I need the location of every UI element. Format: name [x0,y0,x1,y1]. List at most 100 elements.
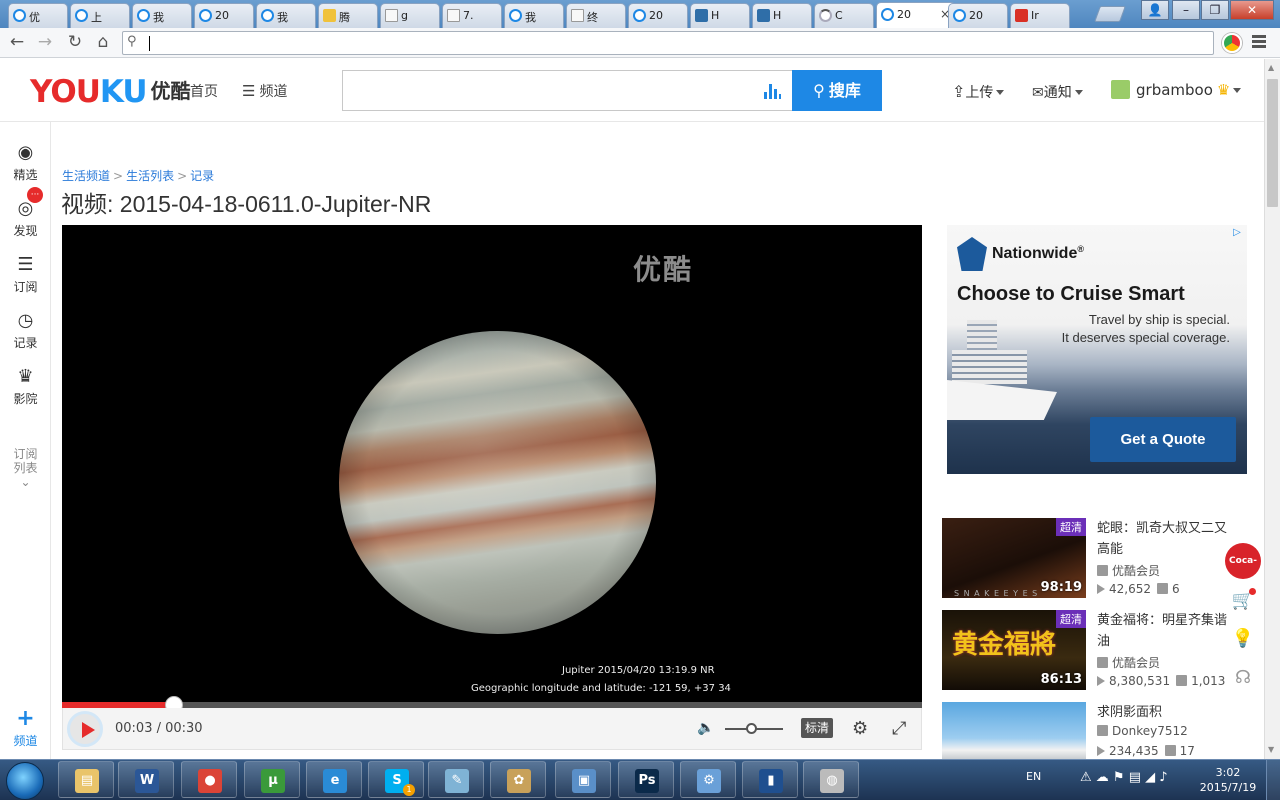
browser-tab[interactable]: 7. [442,3,502,28]
search-input[interactable] [343,71,753,110]
taskbar-film-button[interactable]: ▮ [742,761,798,798]
author-row[interactable]: Donkey7512 [1097,724,1188,738]
language-indicator[interactable]: EN [1026,770,1041,783]
browser-tab[interactable]: 我 [132,3,192,28]
sidebar-item[interactable]: ◉ 精选 [0,143,51,183]
browser-tab[interactable]: g [380,3,440,28]
taskbar-chrome-button[interactable]: ● [181,761,237,798]
volume-slider[interactable] [725,723,783,734]
recommendation-item[interactable]: 黄金福將 超清 86:13 黄金福将：明星齐集谐油 优酷会员 8,380,531 1,013 [942,610,1242,694]
sidebar-item-label: 记录 [13,336,38,350]
browser-tab[interactable]: C [814,3,874,28]
notify-menu[interactable]: ✉通知 [1032,82,1083,102]
search-button[interactable]: ⚲ 搜库 [792,70,882,111]
volume-handle[interactable] [746,723,757,734]
browser-tab[interactable]: 20 [628,3,688,28]
chrome-extension-icon[interactable] [1222,33,1242,53]
ad-subline-2: It deserves special coverage. [1061,330,1230,345]
video-thumbnail[interactable] [942,702,1086,759]
search-box[interactable] [342,70,794,111]
browser-menu-button[interactable] [1252,33,1270,53]
page-scrollbar[interactable]: ▲ ▼ [1264,59,1280,759]
user-menu[interactable]: grbamboo ♛ [1136,81,1242,99]
play-button[interactable] [67,711,103,747]
start-button[interactable] [6,762,44,800]
video-thumbnail[interactable]: S N A K E E Y E S 超清 98:19 [942,518,1086,598]
browser-tab[interactable]: H [690,3,750,28]
get-quote-button[interactable]: Get a Quote [1090,417,1236,462]
browser-tab[interactable]: 腾 [318,3,378,28]
browser-tab[interactable]: 我 [256,3,316,28]
video-player[interactable]: 优酷 Jupiter 2015/04/20 13:19.9 NR Geograp… [62,225,922,705]
breadcrumb-link[interactable]: 生活列表 [126,169,174,183]
user-button[interactable]: 👤 [1141,0,1169,20]
taskbar-ie-button[interactable]: e [306,761,362,798]
address-input[interactable]: ⚲ [122,31,1214,55]
browser-tab[interactable]: 20 × [876,2,956,28]
sidebar-item[interactable]: ◷ 记录 [0,311,51,351]
show-desktop-button[interactable] [1266,760,1280,800]
browser-tab[interactable]: 终 [566,3,626,28]
voice-bars-icon[interactable] [764,82,781,99]
browser-tab[interactable]: H [752,3,812,28]
close-window-button[interactable]: ✕ [1230,0,1274,20]
sidebar-item[interactable]: ☰ 订阅 [0,255,51,295]
taskbar-control-panel-button[interactable]: ⚙ [680,761,736,798]
browser-tab[interactable]: Ir [1010,3,1070,28]
nationwide-ad[interactable]: ▷ Nationwide® Choose to Cruise Smart Tra… [947,225,1247,474]
nav-home-link[interactable]: 首页 [190,81,218,101]
nav-channels-link[interactable]: ☰ 频道 [242,81,287,101]
sub-list-line1: 订阅 [13,447,38,461]
youku-logo[interactable]: YOUKU 优酷 [30,73,191,110]
forward-button[interactable]: → [34,31,56,53]
system-clock[interactable]: 3:02 2015/7/19 [1198,765,1258,795]
fullscreen-icon[interactable]: ⤢ [892,718,906,739]
breadcrumb-link[interactable]: 记录 [190,169,214,183]
restore-button[interactable]: ❐ [1201,0,1229,20]
taskbar-notes-button[interactable]: ✎ [428,761,484,798]
taskbar-disc-button[interactable]: ◍ [803,761,859,798]
taskbar-explorer-button[interactable]: ▤ [58,761,114,798]
tab-label: 我 [525,11,536,24]
author-row[interactable]: 优酷会员 [1097,654,1160,671]
tab-label: 优 [29,11,40,24]
volume-icon[interactable]: 🔈 [697,720,714,736]
browser-tab[interactable]: 20 [948,3,1008,28]
recommendation-title[interactable]: 黄金福将：明星齐集谐油 [1097,610,1229,652]
reload-button[interactable]: ↻ [64,31,86,53]
browser-tab[interactable]: 上 [70,3,130,28]
upload-menu[interactable]: ⇪上传 [952,82,1005,102]
quality-button[interactable]: 标清 [801,718,833,738]
recommendation-item[interactable]: 求阴影面积 Donkey7512 234,435 17 [942,702,1242,759]
home-button[interactable]: ⌂ [92,31,114,53]
author-row[interactable]: 优酷会员 [1097,562,1160,579]
taskbar-utorrent-button[interactable]: µ [244,761,300,798]
add-channel-button[interactable]: + 频道 [0,708,51,749]
taskbar-word-button[interactable]: W [118,761,174,798]
scroll-down-arrow[interactable]: ▼ [1268,745,1274,754]
sidebar-item[interactable]: ♛ 影院 [0,367,51,407]
ad-choices-icon[interactable]: ▷ [1230,227,1244,241]
taskbar-photoshop-button[interactable]: Ps [618,761,674,798]
scroll-up-arrow[interactable]: ▲ [1268,63,1274,72]
recommendation-title[interactable]: 蛇眼：凯奇大叔又二又高能 [1097,518,1229,560]
sidebar-item[interactable]: ◎ 发现 [0,199,51,239]
scrollbar-thumb[interactable] [1267,79,1278,207]
video-thumbnail[interactable]: 黄金福將 超清 86:13 [942,610,1086,690]
browser-tab[interactable]: 我 [504,3,564,28]
recommendation-title[interactable]: 求阴影面积 [1097,702,1229,723]
minimize-button[interactable]: – [1172,0,1200,20]
settings-gear-icon[interactable]: ⚙ [852,718,868,739]
back-button[interactable]: ← [6,31,28,53]
avatar[interactable] [1111,80,1130,99]
taskbar-skype-button[interactable]: S1 [368,761,424,798]
tab-label: 我 [277,11,288,24]
browser-tab[interactable]: 20 [194,3,254,28]
taskbar-photo-viewer-button[interactable]: ▣ [555,761,611,798]
browser-tab[interactable]: 优 [8,3,68,28]
taskbar-paint-button[interactable]: ✿ [490,761,546,798]
recommendation-item[interactable]: S N A K E E Y E S 超清 98:19 蛇眼：凯奇大叔又二又高能优酷会员… [942,518,1242,602]
subscription-list-toggle[interactable]: 订阅 列表 ⌄ [0,447,51,489]
tray-icons[interactable]: ⚠ ☁ ⚑ ▤ ◢ ♪ [1080,770,1168,785]
breadcrumb-link[interactable]: 生活频道 [62,169,110,183]
